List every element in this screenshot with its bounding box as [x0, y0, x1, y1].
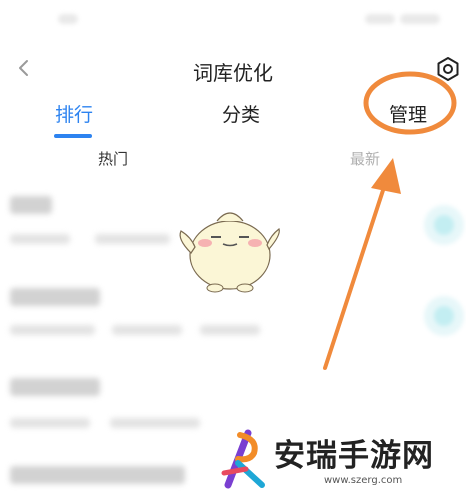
add-button[interactable] [424, 205, 464, 245]
item-meta [10, 234, 70, 244]
highlight-ring [363, 71, 457, 135]
tab-ranking[interactable]: 排行 [55, 100, 93, 127]
mascot-icon [179, 212, 280, 293]
item-title [10, 196, 52, 214]
annotation-arrow [323, 158, 401, 370]
status-icons [365, 14, 395, 24]
subtab-hot[interactable]: 热门 [98, 148, 128, 169]
item-title [10, 378, 100, 396]
watermark-url: www.szerg.com [324, 475, 403, 486]
watermark-name: 安瑞手游网 [274, 438, 434, 474]
item-title [10, 288, 100, 306]
watermark-logo-icon [221, 429, 265, 489]
tab-category[interactable]: 分类 [222, 100, 260, 127]
item-title [10, 466, 185, 484]
item-meta [110, 418, 200, 428]
watermark: 安瑞手游网 www.szerg.com [212, 425, 466, 493]
active-tab-indicator [54, 134, 92, 138]
add-button[interactable] [424, 296, 464, 336]
item-meta [10, 418, 90, 428]
status-bar [0, 0, 466, 40]
item-meta [95, 234, 170, 244]
item-meta [112, 325, 182, 335]
status-time [58, 14, 78, 24]
status-battery [400, 14, 440, 24]
item-meta [200, 325, 260, 335]
item-meta [10, 325, 95, 335]
